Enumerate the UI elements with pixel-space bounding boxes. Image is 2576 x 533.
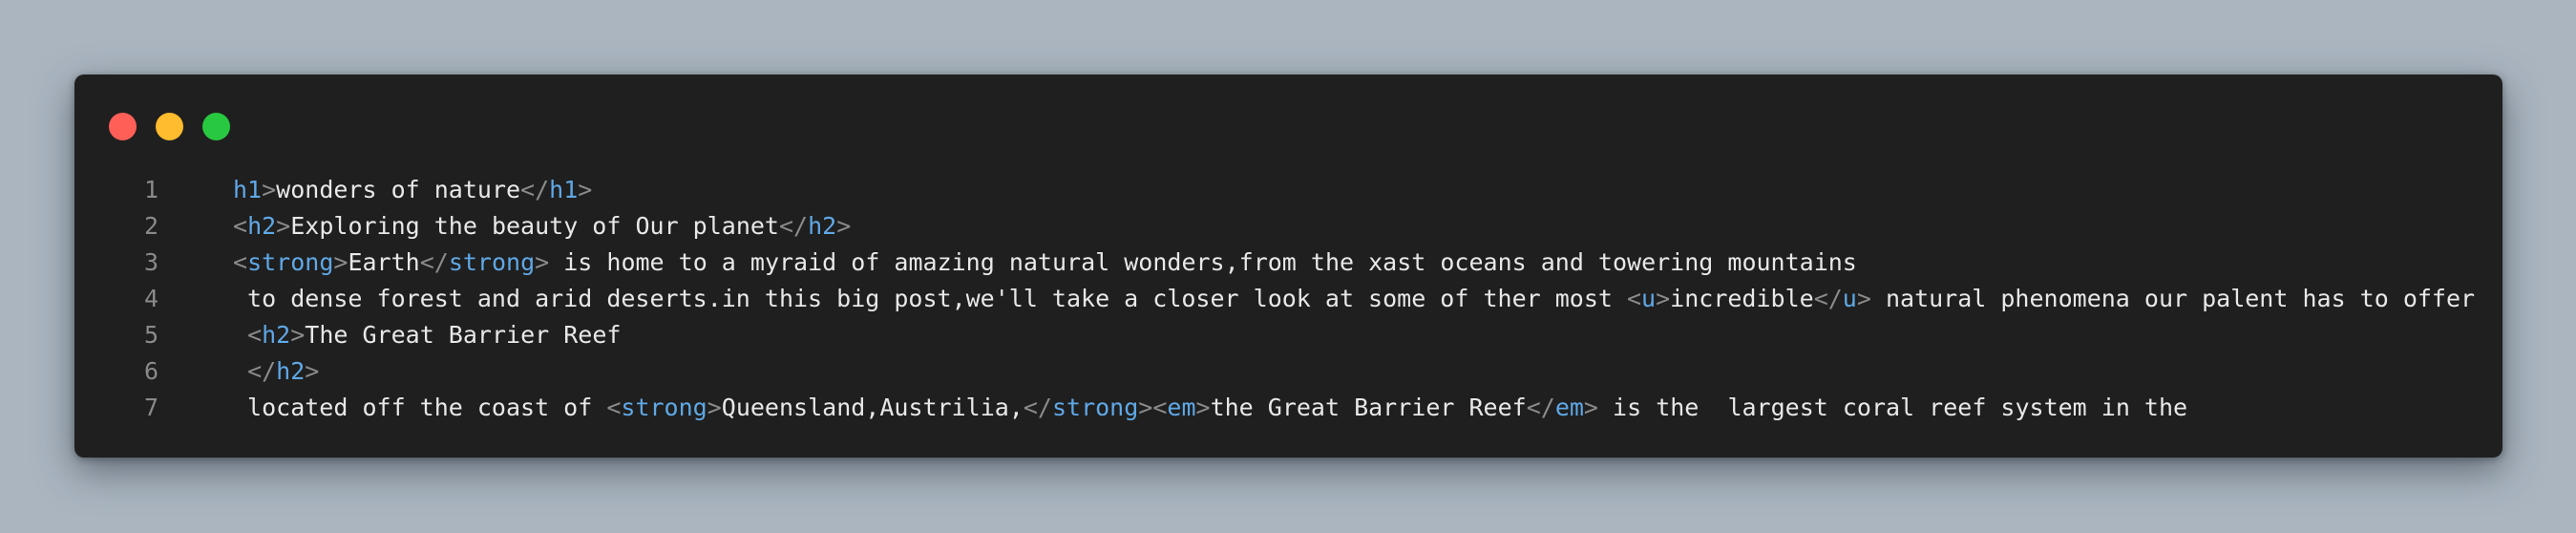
minimize-window-button[interactable] bbox=[156, 113, 183, 140]
code-line: 6 </h2> bbox=[74, 353, 2502, 390]
html-tag-name: u bbox=[1641, 285, 1657, 312]
html-bracket: < bbox=[247, 321, 263, 349]
html-bracket: < bbox=[606, 394, 622, 421]
code-text: is home to a myraid of amazing natural w… bbox=[549, 248, 1857, 276]
line-content: located off the coast of <strong>Queensl… bbox=[158, 390, 2502, 426]
line-number: 2 bbox=[143, 212, 158, 240]
code-text: Queensland,Austrilia, bbox=[721, 394, 1024, 421]
html-bracket: > bbox=[1856, 285, 1871, 312]
maximize-window-button[interactable] bbox=[202, 113, 230, 140]
html-bracket: </ bbox=[1526, 394, 1555, 421]
code-text: located off the coast of bbox=[233, 394, 607, 421]
html-bracket: > bbox=[1583, 394, 1598, 421]
html-tag-name: h1 bbox=[549, 176, 579, 203]
html-bracket: > bbox=[1656, 285, 1671, 312]
html-bracket: < bbox=[233, 212, 248, 240]
code-line: 3 <strong>Earth</strong> is home to a my… bbox=[74, 245, 2502, 281]
code-text: incredible bbox=[1670, 285, 1814, 312]
line-content: <strong>Earth</strong> is home to a myra… bbox=[158, 245, 2502, 281]
line-number: 1 bbox=[143, 176, 158, 203]
html-bracket: </ bbox=[520, 176, 550, 203]
line-number: 4 bbox=[143, 285, 158, 312]
html-bracket: > bbox=[578, 176, 593, 203]
html-bracket: < bbox=[1626, 285, 1642, 312]
html-bracket: </ bbox=[1813, 285, 1843, 312]
html-tag-name: strong bbox=[247, 248, 334, 276]
line-number: 6 bbox=[143, 357, 158, 385]
html-bracket: </ bbox=[419, 248, 449, 276]
html-bracket: > bbox=[535, 248, 550, 276]
line-content: </h2> bbox=[158, 353, 2502, 390]
html-tag-name: h2 bbox=[808, 212, 837, 240]
code-line: 5 <h2>The Great Barrier Reef bbox=[74, 317, 2502, 353]
html-bracket: > bbox=[276, 212, 291, 240]
html-tag-name: h1 bbox=[233, 176, 263, 203]
line-number: 5 bbox=[143, 321, 158, 349]
line-number: 3 bbox=[143, 248, 158, 276]
html-tag-name: strong bbox=[621, 394, 707, 421]
html-bracket: > bbox=[305, 357, 320, 385]
html-bracket: > bbox=[707, 394, 722, 421]
code-text: natural phenomena our palent has to offe… bbox=[1870, 285, 2476, 312]
line-content: h1>wonders of nature</h1> bbox=[158, 172, 2502, 208]
close-window-button[interactable] bbox=[109, 113, 137, 140]
line-content: <h2>Exploring the beauty of Our planet</… bbox=[158, 208, 2502, 245]
html-bracket: > bbox=[290, 321, 306, 349]
line-number: 7 bbox=[143, 394, 158, 421]
code-line: 4 to dense forest and arid deserts.in th… bbox=[74, 281, 2502, 317]
html-bracket: </ bbox=[1023, 394, 1052, 421]
window-controls bbox=[109, 113, 230, 140]
html-bracket: > bbox=[333, 248, 348, 276]
html-bracket: < bbox=[233, 248, 248, 276]
html-bracket: > bbox=[1195, 394, 1211, 421]
html-tag-name: em bbox=[1167, 394, 1196, 421]
line-content: <h2>The Great Barrier Reef bbox=[158, 317, 2502, 353]
html-bracket: > bbox=[836, 212, 852, 240]
code-text: The Great Barrier Reef bbox=[305, 321, 622, 349]
code-window: 1 h1>wonders of nature</h1> 2 <h2>Explor… bbox=[74, 75, 2502, 458]
html-tag-name: em bbox=[1554, 394, 1584, 421]
html-tag-name: h2 bbox=[262, 321, 291, 349]
code-text: wonders of nature bbox=[276, 176, 521, 203]
html-bracket: </ bbox=[778, 212, 809, 240]
code-text: the Great Barrier Reef bbox=[1210, 394, 1527, 421]
line-content: to dense forest and arid deserts.in this… bbox=[158, 281, 2502, 317]
code-line: 1 h1>wonders of nature</h1> bbox=[74, 172, 2502, 208]
html-tag-name: h2 bbox=[276, 357, 306, 385]
code-text: Exploring the beauty of Our planet bbox=[290, 212, 779, 240]
html-tag-name: strong bbox=[1051, 394, 1139, 421]
code-editor[interactable]: 1 h1>wonders of nature</h1> 2 <h2>Explor… bbox=[74, 172, 2502, 426]
html-tag-name: strong bbox=[448, 248, 536, 276]
code-text: Earth bbox=[348, 248, 420, 276]
html-bracket: >< bbox=[1138, 394, 1168, 421]
code-text: is the largest coral reef system in the bbox=[1597, 394, 2188, 421]
html-bracket: > bbox=[262, 176, 277, 203]
html-bracket: </ bbox=[247, 357, 277, 385]
html-tag-name: u bbox=[1842, 285, 1857, 312]
code-line: 2 <h2>Exploring the beauty of Our planet… bbox=[74, 208, 2502, 245]
html-tag-name: h2 bbox=[247, 212, 277, 240]
code-line: 7 located off the coast of <strong>Queen… bbox=[74, 390, 2502, 426]
code-text: to dense forest and arid deserts.in this… bbox=[233, 285, 1627, 312]
